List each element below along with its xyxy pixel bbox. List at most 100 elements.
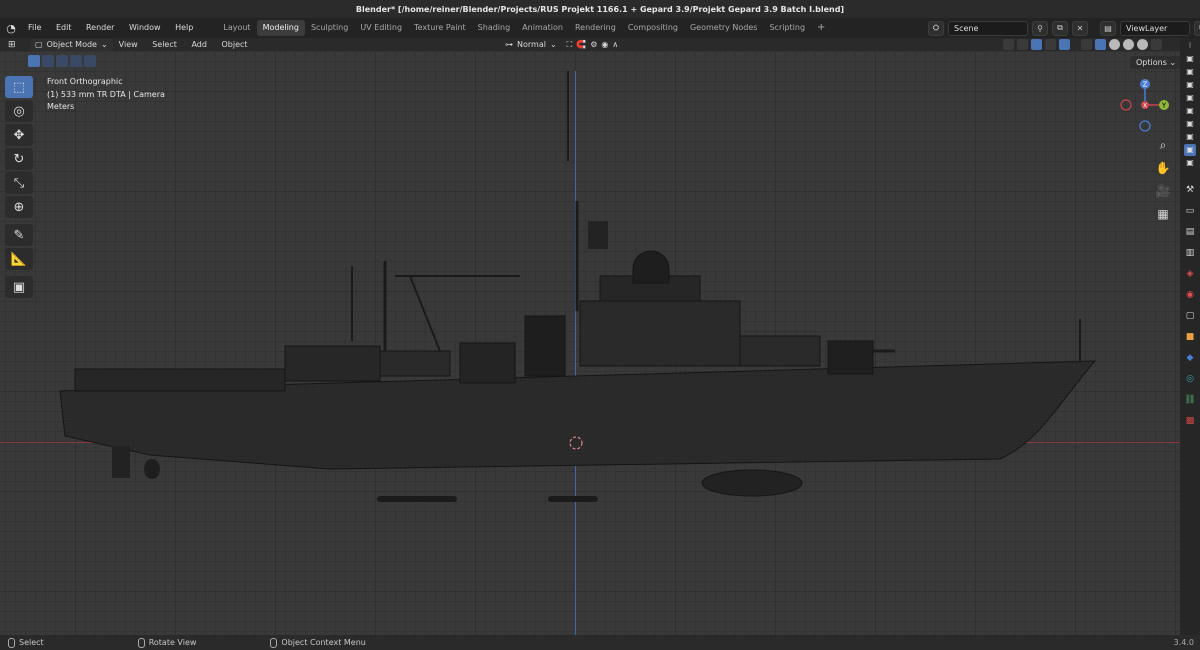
show-overlay-icon[interactable] <box>1059 39 1070 50</box>
tab-sculpting[interactable]: Sculpting <box>305 20 354 36</box>
properties-tool-icon[interactable]: ⚒ <box>1183 183 1197 197</box>
view-layer-properties-icon[interactable]: ▥ <box>1183 246 1197 260</box>
scene-selector-group: ⛭ Scene ⚲ ⧉ ✕ ▤ ViewLayer ⧉ ✕ <box>928 20 1200 36</box>
select-intersect-icon[interactable] <box>84 55 96 67</box>
rotate-tool[interactable]: ↻ <box>5 148 33 170</box>
tab-rendering[interactable]: Rendering <box>569 20 622 36</box>
camera-icon[interactable]: ▣ <box>1184 157 1196 169</box>
ship-wireframe-model[interactable] <box>0 51 1180 635</box>
select-invert-icon[interactable] <box>70 55 82 67</box>
view-layer-field[interactable]: ViewLayer <box>1120 20 1190 36</box>
menu-object[interactable]: Object <box>215 40 253 49</box>
proportional-edit-icon[interactable]: ◉ <box>601 40 608 49</box>
overlay-toggle-icon[interactable] <box>1045 39 1056 50</box>
select-extend-icon[interactable] <box>42 55 54 67</box>
tab-geometry-nodes[interactable]: Geometry Nodes <box>684 20 763 36</box>
gizmo-neg-x-axis[interactable] <box>1120 99 1132 111</box>
select-box-tool[interactable]: ⬚ <box>5 76 33 98</box>
options-dropdown[interactable]: Options ⌄ <box>1130 56 1183 69</box>
object-properties-icon[interactable]: ■ <box>1183 330 1197 344</box>
select-new-icon[interactable] <box>28 55 40 67</box>
perspective-toggle-icon[interactable]: ▦ <box>1155 206 1171 222</box>
camera-icon[interactable]: ▣ <box>1184 105 1196 117</box>
camera-icon[interactable]: ▣ <box>1184 79 1196 91</box>
output-properties-icon[interactable]: ▤ <box>1183 225 1197 239</box>
navigation-gizmo[interactable]: Z Y X <box>1112 78 1178 132</box>
show-gizmo-icon[interactable] <box>1031 39 1042 50</box>
tab-compositing[interactable]: Compositing <box>622 20 684 36</box>
cursor-tool[interactable]: ◎ <box>5 100 33 122</box>
annotate-tool[interactable]: ✎ <box>5 224 33 246</box>
material-shading-icon[interactable] <box>1123 39 1134 50</box>
camera-icon[interactable]: ▣ <box>1184 131 1196 143</box>
tab-scripting[interactable]: Scripting <box>763 20 811 36</box>
add-cube-tool[interactable]: ▣ <box>5 276 33 298</box>
transform-tool[interactable]: ⊕ <box>5 196 33 218</box>
blender-logo-icon[interactable]: ◔ <box>0 18 22 38</box>
add-workspace-button[interactable]: + <box>811 20 831 36</box>
move-tool[interactable]: ✥ <box>5 124 33 146</box>
right-mouse-icon <box>270 637 278 648</box>
pan-hand-icon[interactable]: ✋ <box>1155 160 1171 176</box>
tab-uv-editing[interactable]: UV Editing <box>354 20 408 36</box>
collection-properties-icon[interactable]: ▢ <box>1183 309 1197 323</box>
new-scene-icon[interactable]: ⧉ <box>1052 20 1068 36</box>
tab-layout[interactable]: Layout <box>217 20 256 36</box>
object-mode-icon: ▢ <box>35 40 43 49</box>
object-mode-dropdown[interactable]: ▢ Object Mode ⌄ <box>30 38 113 51</box>
editor-type-icon[interactable]: ⊞ <box>8 40 16 50</box>
menu-edit[interactable]: Edit <box>50 23 78 32</box>
zoom-icon[interactable]: ⌕ <box>1155 137 1171 153</box>
camera-icon[interactable]: ▣ <box>1184 118 1196 130</box>
falloff-icon[interactable]: ∧ <box>612 40 618 49</box>
shading-options-icon[interactable] <box>1151 39 1162 50</box>
pivot-icon[interactable]: ⛶ <box>567 40 573 50</box>
tab-shading[interactable]: Shading <box>472 20 517 36</box>
menu-file[interactable]: File <box>22 23 47 32</box>
scene-name-field[interactable]: Scene <box>948 20 1028 36</box>
menu-view[interactable]: View <box>113 40 144 49</box>
tab-texture-paint[interactable]: Texture Paint <box>408 20 472 36</box>
menu-select[interactable]: Select <box>146 40 183 49</box>
scale-tool[interactable]: ⤡ <box>5 172 33 194</box>
menu-help[interactable]: Help <box>169 23 199 32</box>
camera-icon[interactable]: ▣ <box>1184 92 1196 104</box>
scene-properties-icon[interactable]: ◈ <box>1183 267 1197 281</box>
snap-icon[interactable]: 🧲 <box>576 40 586 49</box>
texture-properties-icon[interactable]: ▩ <box>1183 414 1197 428</box>
view-layer-icon[interactable]: ▤ <box>1100 20 1116 36</box>
camera-icon[interactable]: ▣ <box>1184 66 1196 78</box>
3d-viewport[interactable] <box>0 51 1180 635</box>
new-view-layer-icon[interactable]: ⧉ <box>1194 20 1200 36</box>
camera-icon-active[interactable]: ▣ <box>1184 144 1196 156</box>
modifier-properties-icon[interactable]: ◆ <box>1183 351 1197 365</box>
tool-shelf: ⬚ ◎ ✥ ↻ ⤡ ⊕ ✎ 📐 ▣ <box>4 76 34 300</box>
camera-icon[interactable]: ▣ <box>1184 53 1196 65</box>
rendered-shading-icon[interactable] <box>1137 39 1148 50</box>
gizmo-toggle-icon[interactable] <box>1017 39 1028 50</box>
scene-icon[interactable]: ⛭ <box>928 20 944 36</box>
render-properties-icon[interactable]: ▭ <box>1183 204 1197 218</box>
menu-add[interactable]: Add <box>185 40 213 49</box>
xray-icon[interactable] <box>1081 39 1092 50</box>
orientation-dropdown[interactable]: Normal <box>517 40 546 49</box>
gizmo-neg-z-axis[interactable] <box>1139 120 1151 132</box>
menu-window[interactable]: Window <box>123 23 167 32</box>
menu-render[interactable]: Render <box>80 23 120 32</box>
physics-properties-icon[interactable]: ◎ <box>1183 372 1197 386</box>
constraint-properties-icon[interactable]: ⛓ <box>1183 393 1197 407</box>
delete-scene-icon[interactable]: ✕ <box>1072 20 1088 36</box>
visibility-icon[interactable] <box>1003 39 1014 50</box>
camera-view-icon[interactable]: 🎥 <box>1155 183 1171 199</box>
tab-animation[interactable]: Animation <box>516 20 569 36</box>
measure-tool[interactable]: 📐 <box>5 248 33 270</box>
world-properties-icon[interactable]: ◉ <box>1183 288 1197 302</box>
select-subtract-icon[interactable] <box>56 55 68 67</box>
pin-icon[interactable]: ⚲ <box>1032 20 1048 36</box>
tab-modeling[interactable]: Modeling <box>256 20 305 36</box>
drag-handle-icon[interactable]: ⁝ <box>1184 40 1196 52</box>
solid-shading-icon[interactable] <box>1109 39 1120 50</box>
wireframe-shading-icon[interactable] <box>1095 39 1106 50</box>
snap-settings-icon[interactable]: ⚙ <box>590 40 597 49</box>
view-name-label: Front Orthographic <box>47 77 123 86</box>
